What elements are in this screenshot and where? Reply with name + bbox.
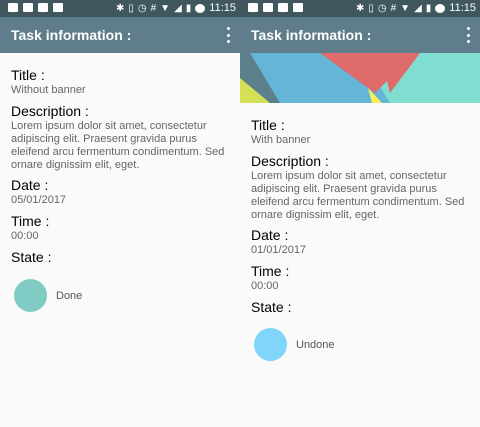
state-circle[interactable] — [14, 279, 47, 312]
status-bar: ✱ ▯ ◷ # ▼ ◢ ▮ 11:15 — [0, 0, 240, 17]
battery-icon: ▮ — [425, 2, 432, 14]
status-time: 11:15 — [209, 2, 236, 14]
state-value: Undone — [296, 338, 335, 351]
alarm-icon: ◷ — [137, 2, 147, 14]
clock-icon — [195, 4, 206, 13]
date-value: 01/01/2017 — [251, 244, 307, 256]
time-value: 00:00 — [251, 280, 279, 292]
bluetooth-icon: ✱ — [115, 2, 125, 14]
state-label: State : — [251, 299, 292, 315]
more-vert-icon[interactable] — [465, 27, 471, 43]
title-label: Title : — [11, 67, 45, 83]
time-value: 00:00 — [11, 230, 39, 242]
android-icon — [53, 3, 63, 12]
time-label: Time : — [251, 263, 290, 279]
task-banner-image — [240, 53, 480, 103]
wifi-icon: ▼ — [400, 2, 411, 14]
description-value: Lorem ipsum dolor sit amet, consectetur … — [251, 170, 465, 221]
video-icon — [23, 3, 33, 12]
description-label: Description : — [251, 153, 329, 169]
hash-icon: # — [150, 2, 157, 14]
hash-icon: # — [390, 2, 397, 14]
wifi-icon: ▼ — [160, 2, 171, 14]
toolbar-title: Task information : — [251, 27, 372, 43]
image-icon — [248, 3, 258, 12]
description-value: Lorem ipsum dolor sit amet, consectetur … — [11, 120, 225, 171]
signal-icon: ◢ — [414, 2, 422, 14]
status-time: 11:15 — [449, 2, 476, 14]
briefcase-icon — [38, 3, 48, 12]
image-icon — [8, 3, 18, 12]
date-label: Date : — [251, 227, 289, 243]
vibrate-icon: ▯ — [368, 2, 374, 14]
task-screen-with-banner: ✱ ▯ ◷ # ▼ ◢ ▮ 11:15 Task information : T… — [240, 0, 480, 427]
task-details: Title : Without banner Description : Lor… — [11, 66, 233, 266]
state-indicator[interactable]: Done — [14, 279, 82, 312]
task-screen-without-banner: ✱ ▯ ◷ # ▼ ◢ ▮ 11:15 Task information : T… — [0, 0, 240, 427]
more-vert-icon[interactable] — [225, 27, 231, 43]
task-details: Title : With banner Description : Lorem … — [251, 116, 473, 316]
title-value: Without banner — [11, 84, 86, 96]
briefcase-icon — [278, 3, 288, 12]
toolbar: Task information : — [0, 17, 240, 53]
date-value: 05/01/2017 — [11, 194, 67, 206]
battery-icon: ▮ — [185, 2, 192, 14]
toolbar-title: Task information : — [11, 27, 132, 43]
description-label: Description : — [11, 103, 89, 119]
title-label: Title : — [251, 117, 285, 133]
signal-icon: ◢ — [174, 2, 182, 14]
title-value: With banner — [251, 134, 311, 146]
state-value: Done — [56, 289, 83, 302]
alarm-icon: ◷ — [377, 2, 387, 14]
state-label: State : — [11, 249, 52, 265]
clock-icon — [435, 4, 446, 13]
android-icon — [293, 3, 303, 12]
toolbar: Task information : — [240, 17, 480, 53]
bluetooth-icon: ✱ — [355, 2, 365, 14]
vibrate-icon: ▯ — [128, 2, 134, 14]
time-label: Time : — [11, 213, 50, 229]
date-label: Date : — [11, 177, 49, 193]
state-circle[interactable] — [254, 328, 287, 361]
status-bar: ✱ ▯ ◷ # ▼ ◢ ▮ 11:15 — [240, 0, 480, 17]
video-icon — [263, 3, 273, 12]
state-indicator[interactable]: Undone — [254, 328, 335, 361]
